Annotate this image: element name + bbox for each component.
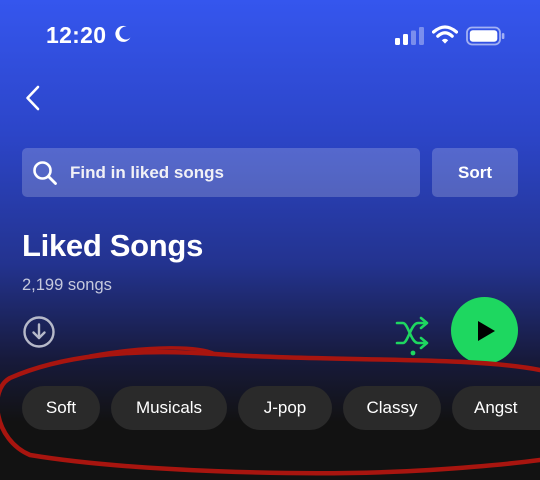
download-icon[interactable] xyxy=(22,315,56,349)
play-icon xyxy=(477,320,495,341)
cellular-signal-icon xyxy=(395,27,424,45)
wifi-icon xyxy=(432,25,458,44)
page-title: Liked Songs xyxy=(22,228,204,263)
battery-icon xyxy=(466,26,505,46)
status-bar: 12:20 xyxy=(0,0,540,72)
song-count: 2,199 songs xyxy=(22,276,112,294)
filter-chip-angst[interactable]: Angst xyxy=(452,386,540,430)
search-icon xyxy=(33,160,57,185)
filter-chip-soft[interactable]: Soft xyxy=(22,386,100,430)
back-button[interactable] xyxy=(20,84,48,112)
play-button[interactable] xyxy=(451,297,518,364)
filter-chips: Soft Musicals J-pop Classy Angst xyxy=(22,386,540,430)
filter-chip-classy[interactable]: Classy xyxy=(343,386,441,430)
search-input[interactable] xyxy=(68,161,420,184)
moon-icon xyxy=(115,25,131,42)
filter-chip-musicals[interactable]: Musicals xyxy=(111,386,227,430)
filter-chip-j-pop[interactable]: J-pop xyxy=(238,386,332,430)
status-time: 12:20 xyxy=(46,22,107,48)
search-bar[interactable] xyxy=(22,148,420,197)
shuffle-icon[interactable] xyxy=(393,314,433,356)
sort-button[interactable]: Sort xyxy=(432,148,518,197)
